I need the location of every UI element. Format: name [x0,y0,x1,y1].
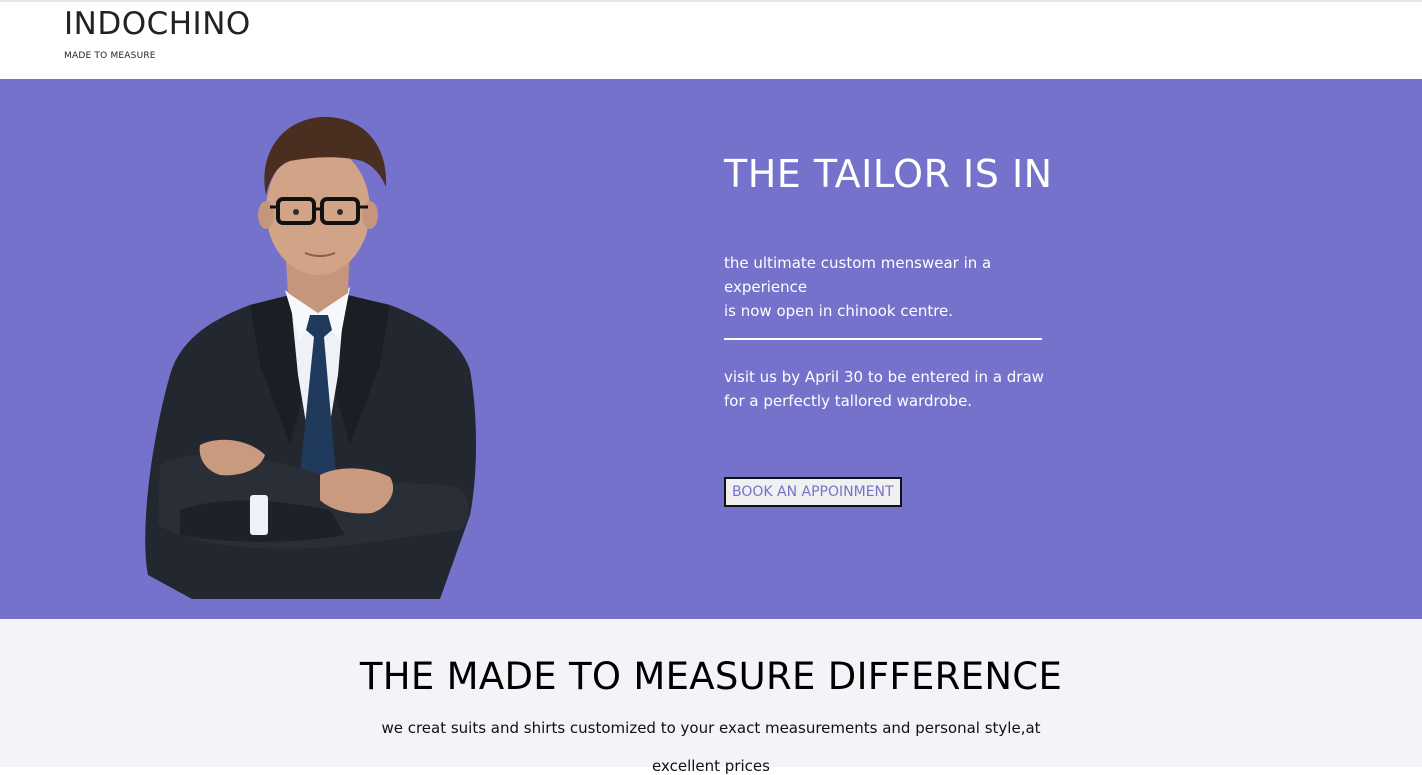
difference-section: THE MADE TO MEASURE DIFFERENCE we creat … [0,619,1422,775]
brand-logo[interactable]: INDOCHINO [64,6,251,42]
book-appointment-button[interactable]: BOOK AN APPOINMENT [724,477,902,507]
hero-promo: visit us by April 30 to be entered in a … [724,365,1064,413]
hero-description-line: the ultimate custom menswear in a experi… [724,254,992,296]
hero-banner: THE TAILOR IS IN the ultimate custom men… [0,79,1422,619]
hero-promo-line: visit us by April 30 to be entered in a … [724,368,1044,386]
section-title: THE MADE TO MEASURE DIFFERENCE [359,655,1063,698]
hero-divider [724,338,1042,340]
section-text: excellent prices [652,757,770,775]
section-text: we creat suits and shirts customized to … [381,719,1041,737]
hero-title: THE TAILOR IS IN [724,152,1053,196]
site-header: INDOCHINO MADE TO MEASURE [0,2,1422,79]
man-in-suit-portrait [145,116,476,599]
hero-promo-line: for a perfectly tallored wardrobe. [724,392,973,410]
hero-description-line: is now open in chinook centre. [724,302,954,320]
brand-tagline: MADE TO MEASURE [64,51,156,61]
hero-description: the ultimate custom menswear in a experi… [724,251,1064,323]
